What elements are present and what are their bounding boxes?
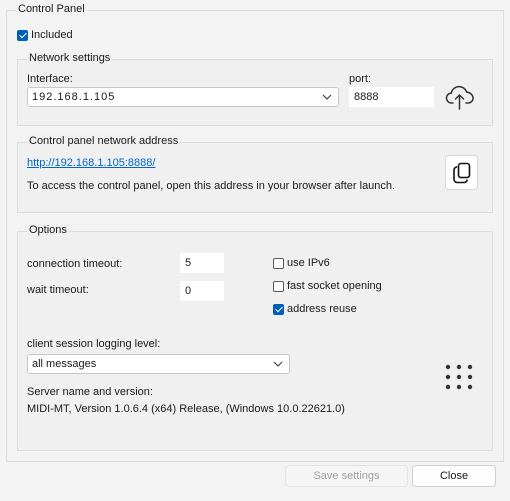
interface-label: Interface: bbox=[27, 73, 73, 85]
network-address-title: Control panel network address bbox=[27, 135, 181, 147]
dots-grid-icon bbox=[445, 364, 473, 390]
control-panel-url-link[interactable]: http://192.168.1.105:8888/ bbox=[27, 157, 155, 169]
save-settings-button[interactable]: Save settings bbox=[285, 465, 408, 487]
address-reuse-label: address reuse bbox=[287, 303, 357, 315]
use-ipv6-checkbox[interactable]: use IPv6 bbox=[273, 257, 330, 269]
use-ipv6-checkbox-box[interactable] bbox=[273, 257, 284, 269]
save-settings-label: Save settings bbox=[313, 470, 380, 482]
wait-timeout-label: wait timeout: bbox=[27, 284, 89, 296]
close-button[interactable]: Close bbox=[412, 465, 496, 487]
wait-timeout-value: 0 bbox=[185, 285, 192, 297]
options-title: Options bbox=[27, 224, 69, 236]
use-ipv6-label: use IPv6 bbox=[287, 257, 330, 269]
interface-select[interactable]: 192.168.1.105 bbox=[27, 87, 339, 107]
grip-button[interactable] bbox=[443, 361, 475, 393]
included-label: Included bbox=[31, 29, 73, 41]
wait-timeout-input[interactable]: 0 bbox=[180, 281, 224, 301]
fast-socket-opening-checkbox[interactable]: fast socket opening bbox=[273, 280, 382, 292]
port-label: port: bbox=[349, 73, 372, 85]
logging-level-value: all messages bbox=[32, 358, 97, 370]
connection-timeout-value: 5 bbox=[185, 257, 192, 269]
chevron-down-icon bbox=[322, 94, 332, 100]
included-checkbox[interactable]: Included bbox=[17, 29, 73, 41]
address-reuse-checkbox[interactable]: address reuse bbox=[273, 303, 357, 315]
network-settings-title: Network settings bbox=[27, 52, 113, 64]
fast-socket-opening-checkbox-box[interactable] bbox=[273, 280, 284, 292]
cloud-upload-icon bbox=[445, 85, 474, 110]
network-address-group: Control panel network address bbox=[17, 135, 493, 213]
chevron-down-icon bbox=[273, 361, 283, 367]
port-input[interactable]: 8888 bbox=[349, 87, 434, 107]
copy-icon bbox=[452, 162, 470, 183]
control-panel-title: Control Panel bbox=[16, 3, 87, 15]
network-address-hint: To access the control panel, open this a… bbox=[27, 180, 396, 192]
logging-level-select[interactable]: all messages bbox=[27, 354, 290, 374]
copy-url-button[interactable] bbox=[445, 155, 478, 190]
logging-level-label: client session logging level: bbox=[27, 338, 161, 350]
port-value: 8888 bbox=[354, 91, 379, 103]
address-reuse-checkbox-box[interactable] bbox=[273, 303, 284, 315]
included-checkbox-box[interactable] bbox=[17, 29, 28, 41]
close-label: Close bbox=[439, 470, 469, 482]
fast-socket-opening-label: fast socket opening bbox=[287, 280, 382, 292]
server-value: MIDI-MT, Version 1.0.6.4 (x64) Release, … bbox=[27, 403, 345, 415]
connection-timeout-label: connection timeout: bbox=[27, 258, 123, 270]
server-label: Server name and version: bbox=[27, 386, 153, 398]
interface-value: 192.168.1.105 bbox=[32, 91, 116, 103]
connection-timeout-input[interactable]: 5 bbox=[180, 253, 224, 273]
upload-button[interactable] bbox=[444, 80, 476, 112]
